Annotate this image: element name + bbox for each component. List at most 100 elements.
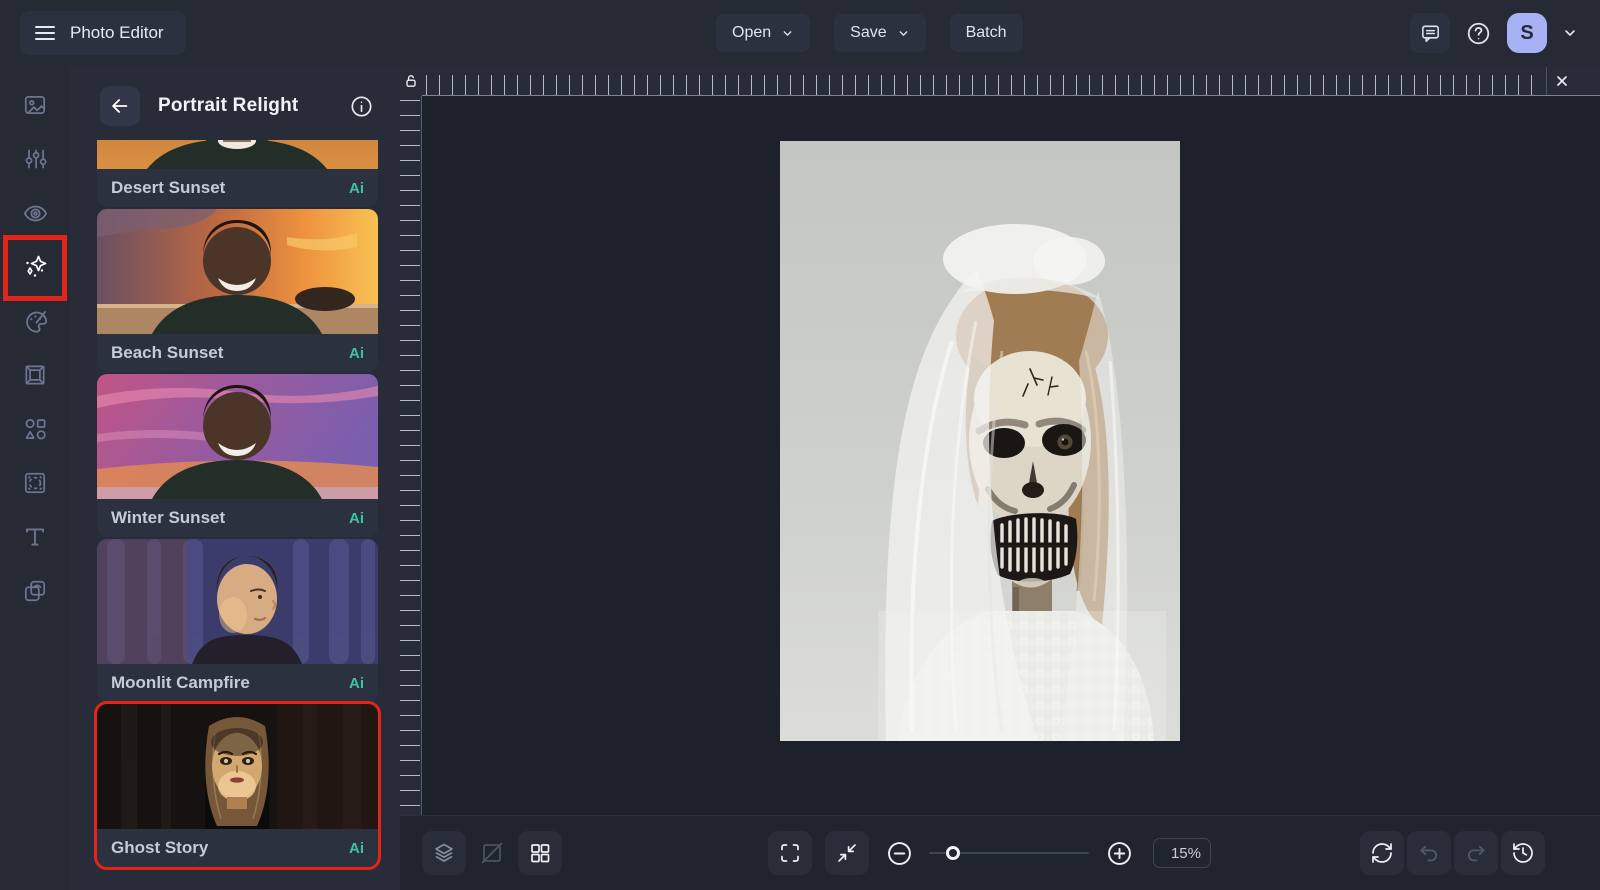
close-document-button[interactable] — [1546, 67, 1576, 95]
page-title: Portrait Relight — [158, 95, 299, 116]
tool-rail — [0, 66, 70, 890]
view-tools — [422, 831, 562, 875]
undo-button[interactable] — [1407, 831, 1451, 875]
sidebar-item-text[interactable] — [0, 510, 70, 564]
sidebar-item-shapes[interactable] — [0, 402, 70, 456]
redo-button[interactable] — [1454, 831, 1498, 875]
history-controls — [1360, 831, 1545, 875]
avatar-initial: S — [1520, 21, 1534, 44]
info-button[interactable] — [349, 94, 374, 119]
topbar-right: S — [1410, 13, 1578, 53]
comment-icon — [1419, 22, 1442, 45]
preset-beach-sunset[interactable]: Beach Sunset Ai — [97, 209, 378, 372]
text-icon — [22, 524, 48, 550]
ai-badge: Ai — [349, 674, 364, 692]
preset-ghost-story[interactable]: Ghost Story Ai — [94, 701, 381, 870]
ai-badge: Ai — [349, 344, 364, 362]
grid-view-button[interactable] — [518, 831, 562, 875]
fit-to-screen-button[interactable] — [825, 831, 869, 875]
zoom-slider[interactable] — [929, 831, 1089, 875]
moonlit-campfire-thumbnail — [97, 539, 378, 664]
arrow-left-icon — [109, 95, 131, 117]
desert-sunset-thumbnail — [97, 140, 378, 169]
preset-label-row: Desert Sunset Ai — [97, 169, 378, 207]
preset-label-row: Winter Sunset Ai — [97, 499, 378, 537]
preset-label-row: Beach Sunset Ai — [97, 334, 378, 372]
preset-list: Desert Sunset Ai Beach Sunset Ai Winter … — [70, 140, 400, 890]
zoom-in-button[interactable] — [1102, 831, 1136, 875]
ruler-ticks — [400, 100, 420, 811]
sidebar-item-color[interactable] — [0, 294, 70, 348]
preset-label-row: Moonlit Campfire Ai — [97, 664, 378, 702]
save-button[interactable]: Save — [834, 14, 926, 52]
preset-moonlit-campfire[interactable]: Moonlit Campfire Ai — [97, 539, 378, 702]
fullscreen-icon — [778, 841, 802, 865]
sliders-icon — [22, 146, 48, 172]
preset-name: Desert Sunset — [111, 178, 226, 197]
account-chevron-button[interactable] — [1562, 25, 1578, 41]
feedback-button[interactable] — [1410, 13, 1450, 53]
vertical-ruler — [400, 96, 422, 815]
layers-button[interactable] — [422, 831, 466, 875]
fullscreen-button[interactable] — [768, 831, 812, 875]
history-button[interactable] — [1501, 831, 1545, 875]
sidebar-item-adjustments[interactable] — [0, 132, 70, 186]
canvas-area[interactable]: 15% — [400, 66, 1600, 890]
zoom-in-icon — [1106, 840, 1133, 867]
ruler-lock-button[interactable] — [400, 66, 422, 96]
frame-icon — [22, 362, 48, 388]
app-title: Photo Editor — [70, 23, 164, 42]
help-button[interactable] — [1465, 20, 1492, 47]
palette-icon — [22, 308, 49, 335]
sidebar-item-frame[interactable] — [0, 348, 70, 402]
hamburger-menu-icon — [34, 24, 56, 42]
shapes-icon — [22, 416, 48, 442]
collapse-icon — [835, 841, 859, 865]
ghost-story-thumbnail — [97, 704, 378, 829]
sidebar-item-image[interactable] — [0, 78, 70, 132]
close-icon — [1554, 73, 1570, 89]
redo-icon — [1464, 841, 1488, 865]
preset-winter-sunset[interactable]: Winter Sunset Ai — [97, 374, 378, 537]
preset-name: Winter Sunset — [111, 508, 226, 527]
layers-icon — [432, 841, 456, 865]
topbar: Photo Editor Open Save Batch S — [0, 0, 1600, 66]
preset-name: Ghost Story — [111, 838, 209, 857]
unlock-icon — [403, 73, 419, 89]
back-button[interactable] — [100, 86, 140, 126]
sidebar-item-texture[interactable] — [0, 456, 70, 510]
ai-badge: Ai — [349, 839, 364, 857]
texture-icon — [22, 470, 48, 496]
bottom-toolbar: 15% — [400, 815, 1600, 890]
zoom-out-button[interactable] — [882, 831, 916, 875]
ai-badge: Ai — [349, 509, 364, 527]
canvas-image[interactable] — [780, 141, 1180, 741]
preset-desert-sunset[interactable]: Desert Sunset Ai — [97, 140, 378, 207]
app-menu-button[interactable]: Photo Editor — [20, 11, 186, 55]
image-icon — [22, 92, 48, 118]
zoom-slider-knob[interactable] — [946, 846, 960, 860]
compare-icon — [480, 841, 504, 865]
zoom-out-icon — [886, 840, 913, 867]
open-button[interactable]: Open — [716, 14, 811, 52]
sidebar-item-relight-ai[interactable] — [0, 240, 70, 294]
preset-name: Moonlit Campfire — [111, 673, 250, 692]
horizontal-ruler — [422, 66, 1600, 96]
sparkles-icon — [21, 253, 49, 281]
beach-sunset-thumbnail — [97, 209, 378, 334]
chevron-down-icon — [1562, 25, 1578, 41]
batch-button[interactable]: Batch — [949, 14, 1023, 52]
undo-icon — [1417, 841, 1441, 865]
ai-badge: Ai — [349, 179, 364, 197]
preset-name: Beach Sunset — [111, 343, 224, 362]
reset-button[interactable] — [1360, 831, 1404, 875]
preset-panel: Portrait Relight Desert Sunset Ai Beach … — [70, 66, 400, 890]
avatar[interactable]: S — [1507, 13, 1547, 53]
info-icon — [349, 94, 374, 119]
compare-button[interactable] — [470, 831, 514, 875]
history-clock-icon — [1511, 841, 1535, 865]
ruler-ticks — [426, 75, 1538, 95]
sidebar-item-duplicate[interactable] — [0, 564, 70, 618]
zoom-level-field[interactable]: 15% — [1153, 838, 1211, 868]
sidebar-item-erase[interactable] — [0, 186, 70, 240]
